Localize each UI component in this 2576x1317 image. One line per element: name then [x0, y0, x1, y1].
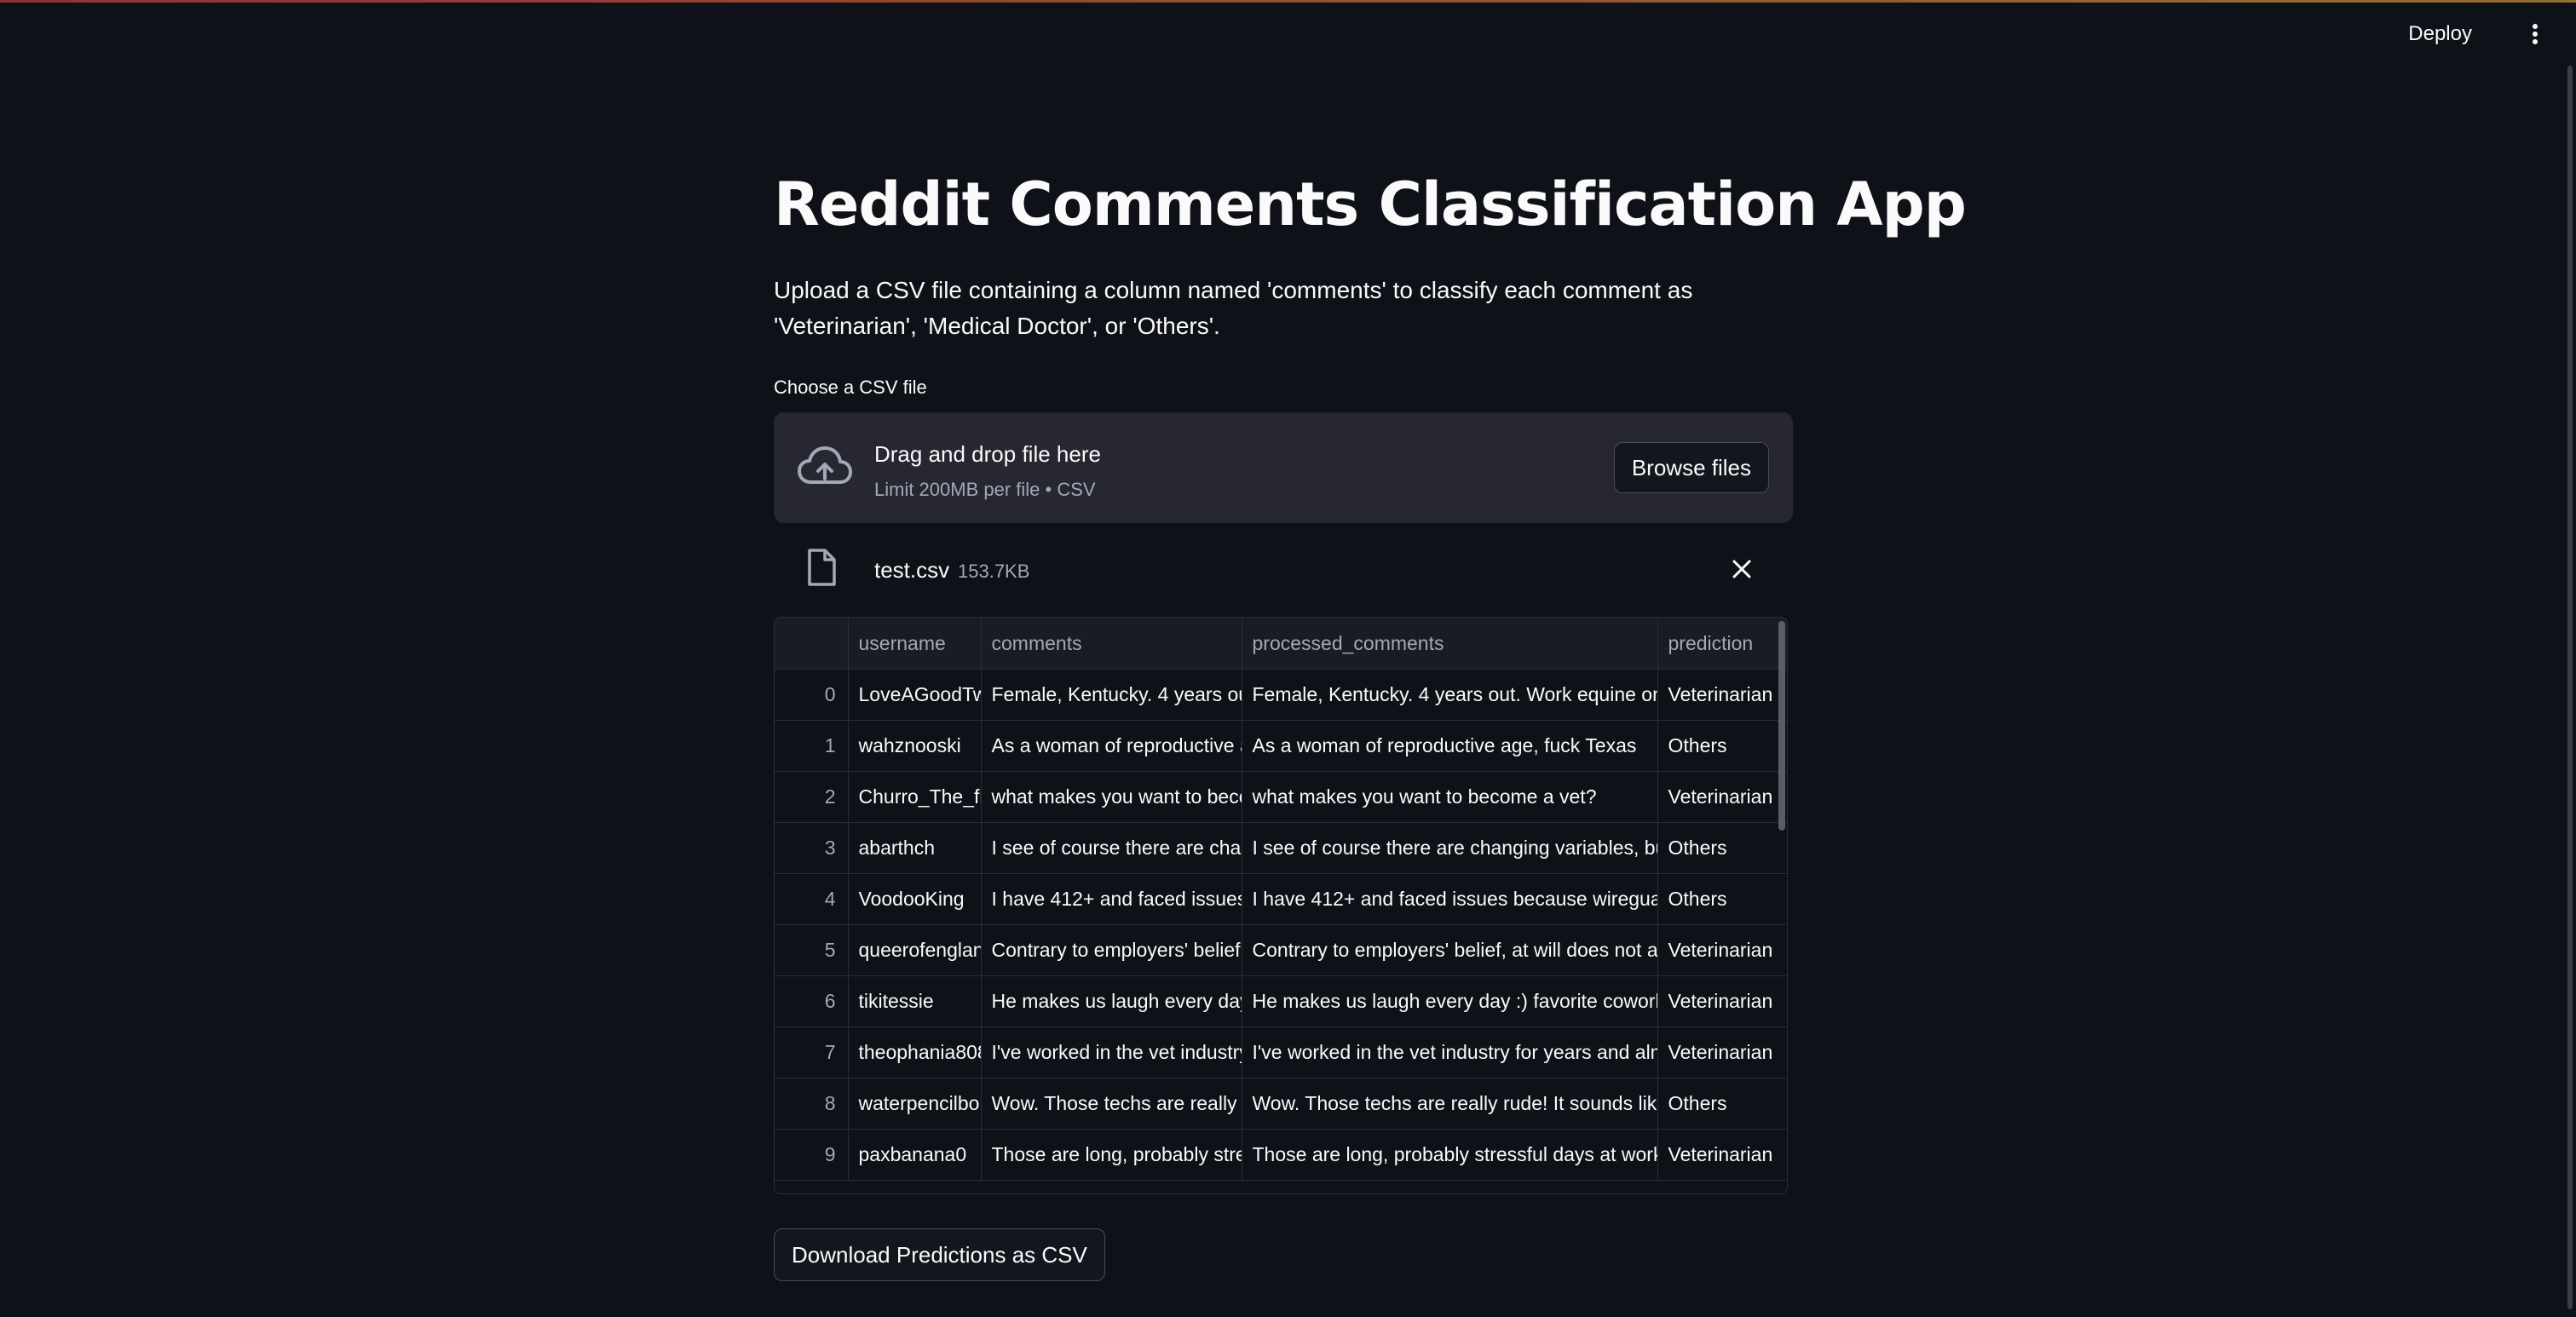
browse-files-button[interactable]: Browse files: [1613, 442, 1769, 493]
dropzone-limit: Limit 200MB per file • CSV: [874, 479, 1096, 500]
row-index: 1: [775, 720, 849, 772]
cell-prediction[interactable]: Others: [1657, 1078, 1787, 1130]
predictions-dataframe[interactable]: username comments processed_comments pre…: [774, 617, 1788, 1194]
file-icon: [808, 549, 836, 586]
table-row[interactable]: 3 abarthch I see of course there are cha…: [775, 822, 1787, 874]
cell-prediction[interactable]: Veterinarian: [1657, 1129, 1787, 1181]
cell-username[interactable]: tikitessie: [848, 975, 982, 1027]
table-row[interactable]: 0 LoveAGoodTw Female, Kentucky. 4 years …: [775, 669, 1787, 721]
cell-comments[interactable]: Wow. Those techs are really ru: [981, 1078, 1242, 1130]
cell-prediction[interactable]: Veterinarian: [1657, 924, 1787, 976]
page-scrollbar-thumb[interactable]: [2567, 66, 2573, 1309]
table-scrollbar-thumb[interactable]: [1778, 621, 1785, 831]
row-index: 2: [775, 771, 849, 823]
cell-processed-comments[interactable]: what makes you want to become a vet?: [1242, 771, 1658, 823]
column-header-comments[interactable]: comments: [981, 618, 1242, 670]
cell-username[interactable]: paxbanana0: [848, 1129, 982, 1181]
row-index: 8: [775, 1078, 849, 1130]
table-row[interactable]: 5 queerofenglan Contrary to employers' b…: [775, 924, 1787, 976]
column-header-processed-comments[interactable]: processed_comments: [1242, 618, 1658, 670]
predictions-table: username comments processed_comments pre…: [775, 618, 1787, 1181]
row-index: 0: [775, 669, 849, 721]
cell-comments[interactable]: I see of course there are chan: [981, 822, 1242, 874]
cell-comments[interactable]: As a woman of reproductive a: [981, 720, 1242, 772]
cell-prediction[interactable]: Veterinarian: [1657, 975, 1787, 1027]
table-row[interactable]: 1 wahznooski As a woman of reproductive …: [775, 720, 1787, 772]
column-header-username[interactable]: username: [848, 618, 982, 670]
table-header-row: username comments processed_comments pre…: [775, 618, 1787, 670]
cell-processed-comments[interactable]: Those are long, probably stressful days …: [1242, 1129, 1658, 1181]
cell-comments[interactable]: I have 412+ and faced issues b: [981, 873, 1242, 925]
cell-prediction[interactable]: Others: [1657, 822, 1787, 874]
remove-file-button[interactable]: [1725, 552, 1759, 586]
download-predictions-button[interactable]: Download Predictions as CSV: [774, 1228, 1105, 1281]
table-row[interactable]: 4 VoodooKing I have 412+ and faced issue…: [775, 873, 1787, 925]
header-bar: Deploy: [0, 3, 2576, 66]
close-icon: [1732, 560, 1751, 578]
deploy-button[interactable]: Deploy: [2398, 18, 2482, 50]
table-row[interactable]: 8 waterpencilbo Wow. Those techs are rea…: [775, 1078, 1787, 1130]
cell-processed-comments[interactable]: Contrary to employers' belief, at will d…: [1242, 924, 1658, 976]
app-root: Deploy Reddit Comments Classification Ap…: [0, 0, 2576, 1317]
uploader-label: Choose a CSV file: [774, 377, 927, 398]
dropzone-instruction: Drag and drop file here: [874, 441, 1101, 467]
column-header-prediction[interactable]: prediction: [1657, 618, 1787, 670]
cell-processed-comments[interactable]: He makes us laugh every day :) favorite …: [1242, 975, 1658, 1027]
uploaded-file-size: 153.7KB: [958, 561, 1030, 582]
cell-username[interactable]: abarthch: [848, 822, 982, 874]
main-content: Reddit Comments Classification App Uploa…: [774, 153, 1967, 1281]
cell-prediction[interactable]: Veterinarian: [1657, 1027, 1787, 1078]
table-row[interactable]: 2 Churro_The_fi what makes you want to b…: [775, 771, 1787, 823]
uploaded-file-name: test.csv: [874, 557, 950, 583]
cell-comments[interactable]: Female, Kentucky. 4 years ou: [981, 669, 1242, 721]
cell-username[interactable]: wahznooski: [848, 720, 982, 772]
cell-comments[interactable]: Contrary to employers' belief,: [981, 924, 1242, 976]
column-header-index[interactable]: [775, 618, 849, 670]
cell-processed-comments[interactable]: Wow. Those techs are really rude! It sou…: [1242, 1078, 1658, 1130]
cell-username[interactable]: Churro_The_fi: [848, 771, 982, 823]
cloud-upload-icon: [798, 446, 852, 484]
cell-prediction[interactable]: Veterinarian: [1657, 669, 1787, 721]
page-scrollbar[interactable]: [2564, 66, 2576, 1317]
cell-comments[interactable]: I've worked in the vet industry: [981, 1027, 1242, 1078]
cell-comments[interactable]: Those are long, probably stres: [981, 1129, 1242, 1181]
uploaded-file-row: test.csv 153.7KB: [774, 533, 1793, 607]
table-row[interactable]: 9 paxbanana0 Those are long, probably st…: [775, 1129, 1787, 1181]
cell-prediction[interactable]: Others: [1657, 720, 1787, 772]
page-title: Reddit Comments Classification App: [774, 170, 1967, 239]
main-menu-button[interactable]: [2520, 18, 2550, 50]
cell-username[interactable]: LoveAGoodTw: [848, 669, 982, 721]
row-index: 7: [775, 1027, 849, 1078]
cell-username[interactable]: queerofenglan: [848, 924, 982, 976]
vertical-ellipsis-icon: [2533, 24, 2538, 44]
row-index: 4: [775, 873, 849, 925]
row-index: 9: [775, 1129, 849, 1181]
table-row[interactable]: 6 tikitessie He makes us laugh every day…: [775, 975, 1787, 1027]
file-dropzone[interactable]: Drag and drop file here Limit 200MB per …: [774, 412, 1793, 523]
cell-username[interactable]: waterpencilbo: [848, 1078, 982, 1130]
cell-processed-comments[interactable]: I have 412+ and faced issues because wir…: [1242, 873, 1658, 925]
cell-processed-comments[interactable]: Female, Kentucky. 4 years out. Work equi…: [1242, 669, 1658, 721]
table-row[interactable]: 7 theophania808 I've worked in the vet i…: [775, 1027, 1787, 1078]
cell-comments[interactable]: He makes us laugh every day: [981, 975, 1242, 1027]
cell-processed-comments[interactable]: I see of course there are changing varia…: [1242, 822, 1658, 874]
cell-username[interactable]: VoodooKing: [848, 873, 982, 925]
row-index: 5: [775, 924, 849, 976]
row-index: 6: [775, 975, 849, 1027]
cell-processed-comments[interactable]: I've worked in the vet industry for year…: [1242, 1027, 1658, 1078]
page-description: Upload a CSV file containing a column na…: [774, 277, 1693, 339]
cell-processed-comments[interactable]: As a woman of reproductive age, fuck Tex…: [1242, 720, 1658, 772]
cell-prediction[interactable]: Veterinarian: [1657, 771, 1787, 823]
row-index: 3: [775, 822, 849, 874]
cell-prediction[interactable]: Others: [1657, 873, 1787, 925]
cell-username[interactable]: theophania808: [848, 1027, 982, 1078]
cell-comments[interactable]: what makes you want to beco: [981, 771, 1242, 823]
